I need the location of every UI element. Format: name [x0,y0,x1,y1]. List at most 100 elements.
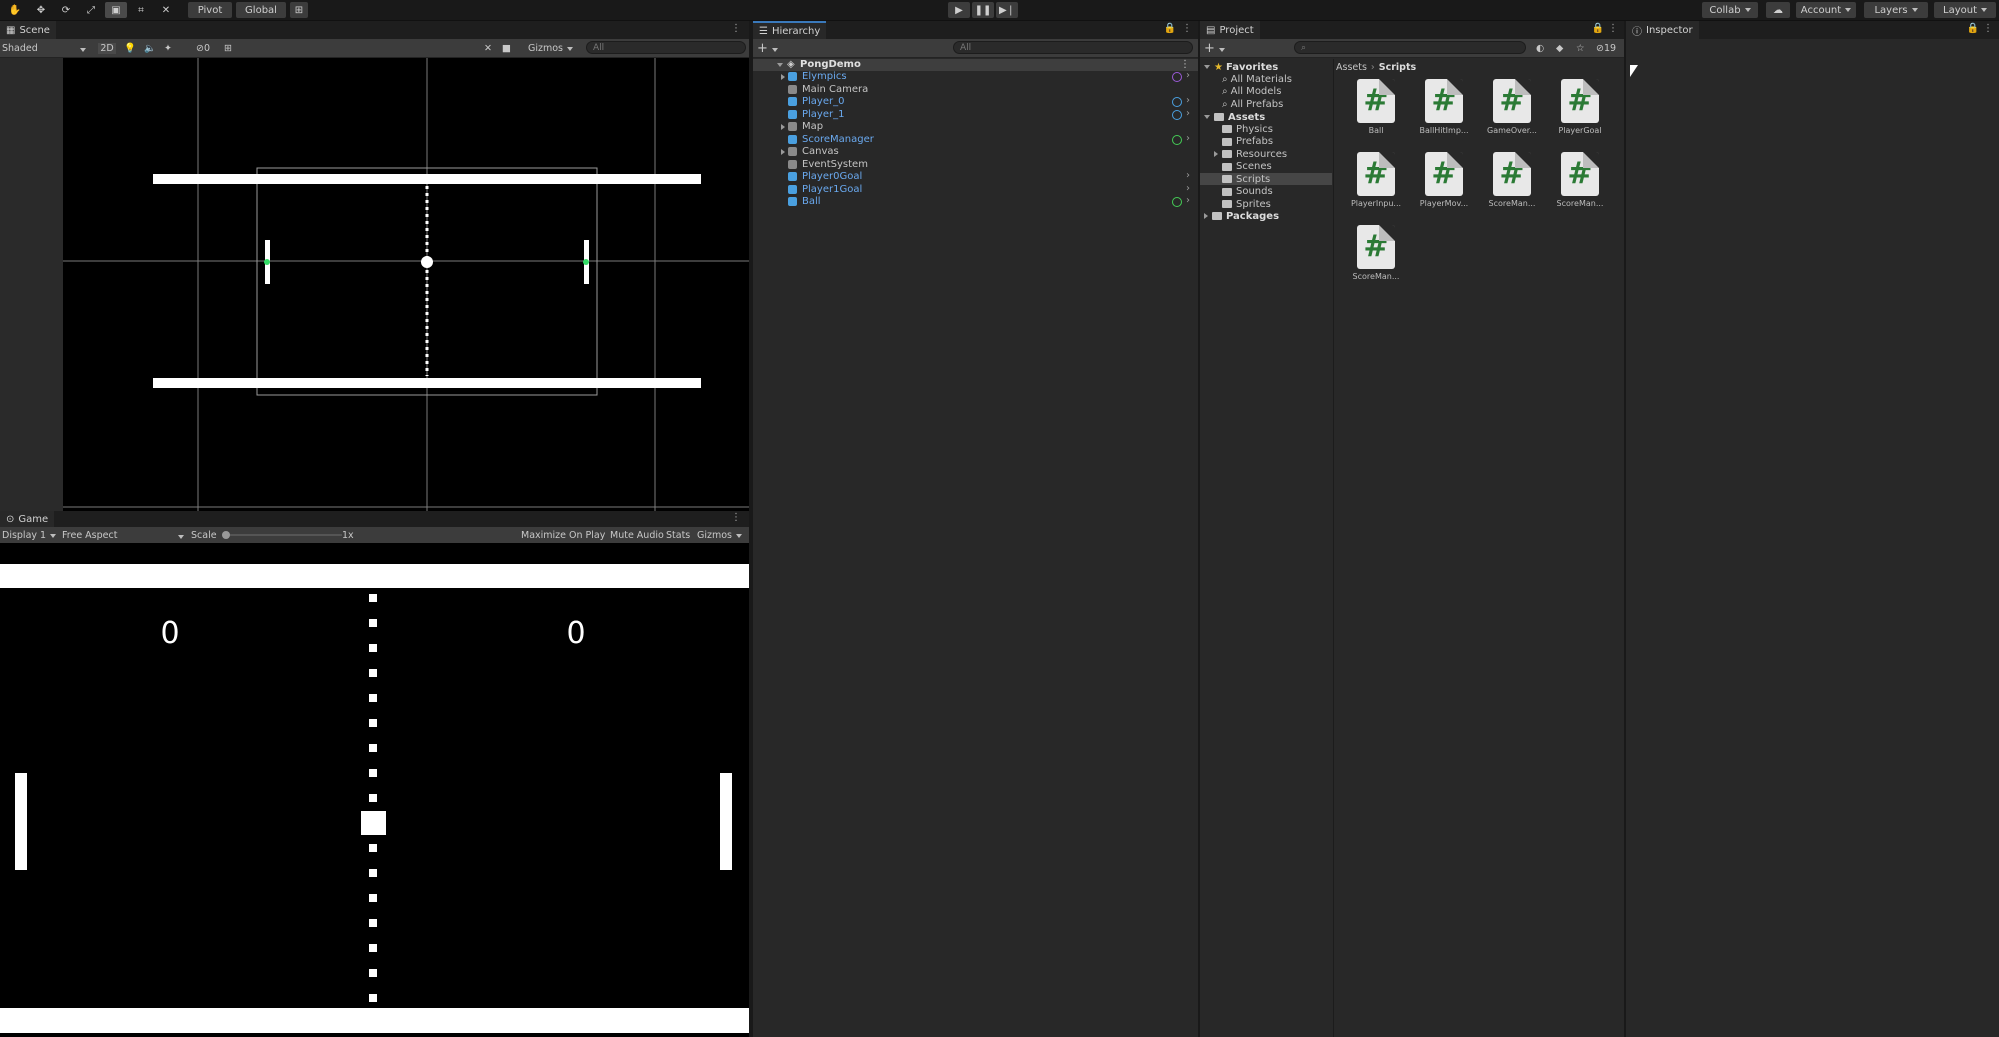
open-prefab-arrow-icon[interactable]: › [1186,108,1190,119]
scale-tool-icon[interactable]: ⤢ [80,2,102,18]
hierarchy-lock-icon[interactable]: 🔒 [1164,23,1176,34]
create-asset-button[interactable]: + [1204,41,1225,56]
aspect-dropdown[interactable]: Free Aspect [62,530,184,541]
shading-dropdown[interactable]: Shaded [2,43,88,54]
hidden-objects-icon[interactable]: ⊘0 [196,43,210,54]
scene-root-menu-icon[interactable]: ⋮ [1180,59,1190,70]
scene-viewport[interactable] [0,58,749,511]
hierarchy-item[interactable]: Player_1 › [753,108,1198,121]
stats-toggle[interactable]: Stats [666,530,690,541]
mode-2d-toggle[interactable]: 2D [98,42,116,54]
component-badge-icon[interactable] [1172,197,1182,207]
rotate-tool-icon[interactable]: ⟳ [55,2,77,18]
expand-arrow-icon[interactable] [781,124,785,130]
hierarchy-item[interactable]: Canvas [753,146,1198,158]
game-gizmos-dropdown[interactable]: Gizmos [697,530,743,541]
tab-game[interactable]: ⊙ Game [0,511,55,527]
inspector-lock-icon[interactable]: 🔒 [1967,23,1979,34]
camera-icon[interactable]: ■ [502,43,511,54]
hierarchy-item[interactable]: Elympics › [753,70,1198,83]
component-badge-icon[interactable] [1172,109,1182,120]
tools-icon[interactable]: ✕ [484,43,492,54]
breadcrumb-assets[interactable]: Assets [1336,62,1367,73]
hidden-packages-icon[interactable]: ⊘19 [1596,43,1616,54]
script-asset[interactable]: # ScoreMan... [1482,152,1542,208]
open-prefab-arrow-icon[interactable]: › [1186,183,1190,194]
maximize-on-play-toggle[interactable]: Maximize On Play [521,530,605,541]
open-prefab-arrow-icon[interactable]: › [1186,70,1190,81]
script-asset[interactable]: # PlayerGoal [1550,79,1610,135]
assets-header[interactable]: Assets [1204,111,1265,123]
open-prefab-arrow-icon[interactable]: › [1186,170,1190,181]
scale-slider[interactable] [222,531,342,539]
grid-snap-icon[interactable]: ⊞ [290,2,308,18]
script-asset[interactable]: # BallHitImp... [1414,79,1474,135]
asset-folder-item[interactable]: Sprites [1200,198,1332,210]
bottom-wall[interactable] [153,378,701,388]
favorites-header[interactable]: ★ Favorites [1204,61,1278,73]
pause-button[interactable]: ❚❚ [972,2,994,18]
hierarchy-item[interactable]: Main Camera [753,84,1198,96]
global-toggle[interactable]: Global [236,2,286,18]
project-menu-icon[interactable]: ⋮ [1608,23,1618,34]
asset-folder-item[interactable]: Scripts [1200,173,1332,185]
asset-folder-item[interactable]: Physics [1200,123,1332,135]
scale-slider-handle[interactable] [222,531,230,539]
hierarchy-item[interactable]: Map [753,121,1198,133]
transform-tool-icon[interactable]: ⌗ [130,2,152,18]
script-asset[interactable]: # ScoreMan... [1550,152,1610,208]
hierarchy-item[interactable]: Ball › [753,195,1198,208]
scene-search-input[interactable]: All [586,41,746,54]
hierarchy-item[interactable]: ScoreManager › [753,133,1198,146]
asset-folder-item[interactable]: Resources [1200,148,1332,160]
game-menu-icon[interactable]: ⋮ [731,512,741,523]
game-viewport[interactable]: 0 0 [0,543,749,1037]
hand-tool-icon[interactable]: ✋ [4,2,26,18]
custom-tool-icon[interactable]: ✕ [155,2,177,18]
expand-arrow-icon[interactable] [781,74,785,80]
display-dropdown[interactable]: Display 1 [2,530,57,541]
script-asset[interactable]: # Ball [1346,79,1406,135]
favorite-item[interactable]: ⌕ All Prefabs [1222,98,1283,110]
script-asset[interactable]: # PlayerInpu... [1346,152,1406,208]
asset-folder-item[interactable]: Scenes [1200,161,1332,173]
tab-scene[interactable]: ▦ Scene [0,21,56,39]
favorite-item[interactable]: ⌕ All Models [1222,86,1281,98]
tab-project[interactable]: ▤ Project [1200,21,1260,39]
script-asset[interactable]: # GameOver... [1482,79,1542,135]
collab-dropdown[interactable]: Collab [1702,2,1758,18]
hierarchy-menu-icon[interactable]: ⋮ [1182,23,1192,34]
hierarchy-item[interactable]: EventSystem [753,159,1198,171]
expand-arrow-icon[interactable] [1214,151,1218,157]
account-dropdown[interactable]: Account [1796,2,1856,18]
layers-dropdown[interactable]: Layers [1864,2,1928,18]
search-by-label-icon[interactable]: ◆ [1556,43,1563,54]
play-button[interactable]: ▶ [948,2,970,18]
top-wall[interactable] [153,174,701,184]
project-lock-icon[interactable]: 🔒 [1592,23,1604,34]
script-asset[interactable]: # PlayerMov... [1414,152,1474,208]
step-button[interactable]: ▶❘ [996,2,1018,18]
rect-tool-icon[interactable]: ▣ [105,2,127,18]
component-badge-icon[interactable] [1172,134,1182,145]
hierarchy-item[interactable]: Player1Goal › [753,183,1198,196]
favorite-item[interactable]: ⌕ All Materials [1222,73,1292,85]
hierarchy-item[interactable]: Player_0 › [753,95,1198,108]
hierarchy-item[interactable]: Player0Goal › [753,170,1198,183]
layout-dropdown[interactable]: Layout [1934,2,1996,18]
packages-header[interactable]: Packages [1204,210,1279,222]
move-tool-icon[interactable]: ✥ [30,2,52,18]
asset-folder-item[interactable]: Prefabs [1200,136,1332,148]
favorite-star-icon[interactable]: ☆ [1576,43,1585,54]
inspector-menu-icon[interactable]: ⋮ [1983,23,1993,34]
open-prefab-arrow-icon[interactable]: › [1186,95,1190,106]
mute-audio-toggle[interactable]: Mute Audio [610,530,664,541]
hierarchy-search-input[interactable]: All [953,41,1193,54]
component-badge-icon[interactable] [1172,97,1182,107]
script-asset[interactable]: # ScoreMan... [1346,225,1406,281]
tab-inspector[interactable]: ⓘ Inspector [1626,21,1699,39]
pivot-toggle[interactable]: Pivot [188,2,232,18]
tab-hierarchy[interactable]: ☰ Hierarchy [753,21,827,39]
project-search-input[interactable]: ⌕ [1294,41,1526,54]
scene-root-row[interactable]: ◈ PongDemo ⋮ [753,59,1198,71]
